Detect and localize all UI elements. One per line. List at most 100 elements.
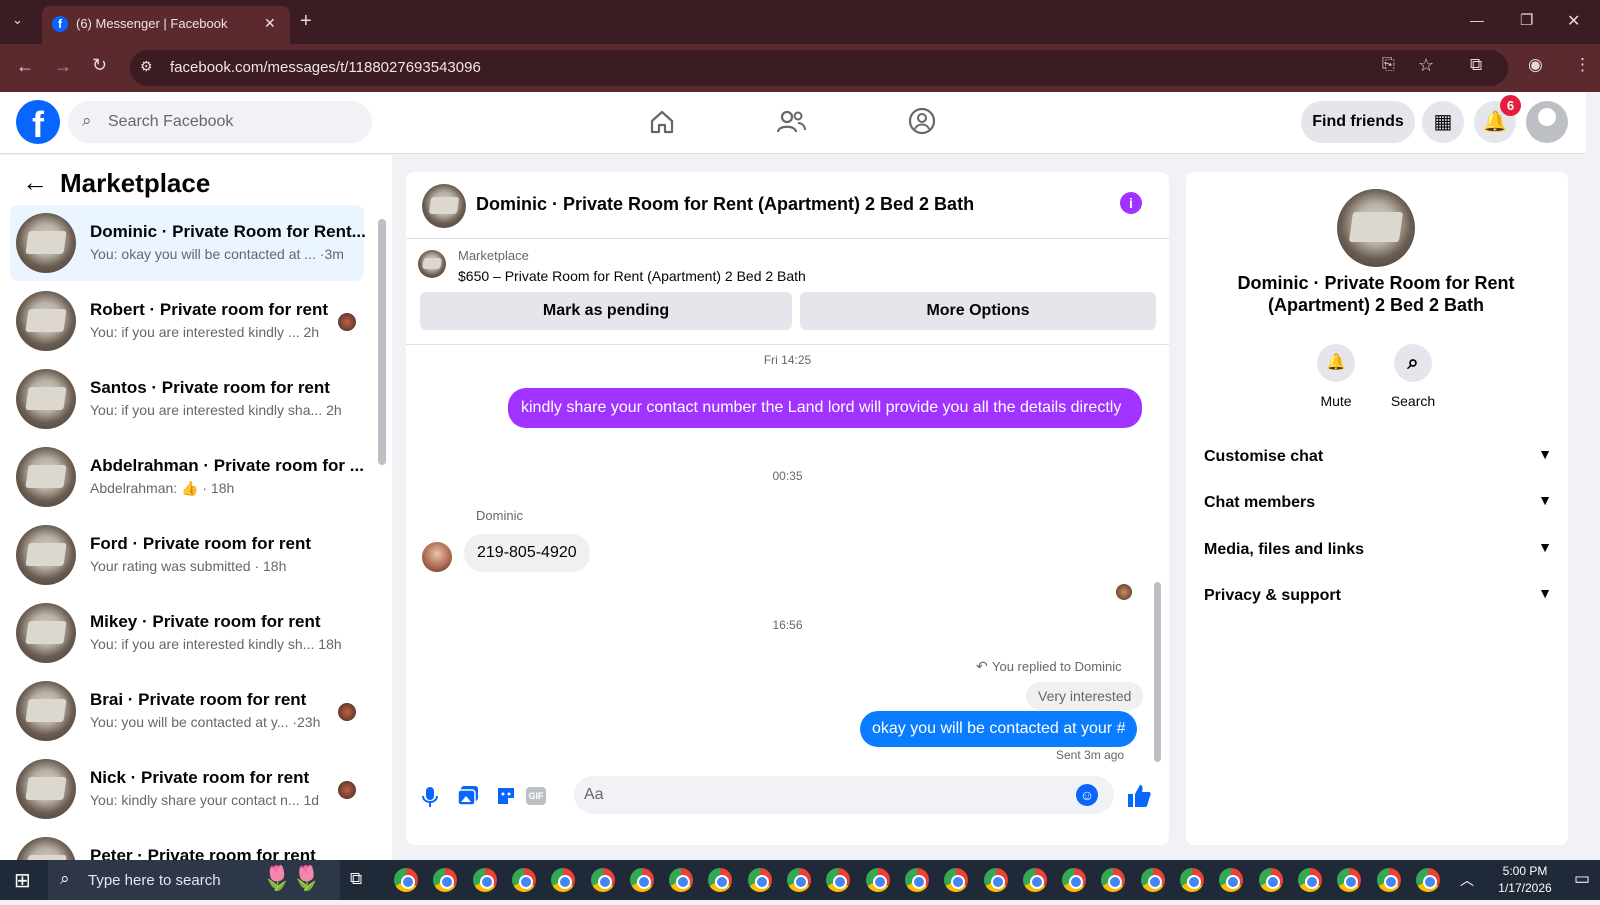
restore-button[interactable]: ❐ [1520,11,1533,29]
windows-start-icon[interactable]: ⊞ [14,868,31,893]
privacy-support-section[interactable]: Privacy & support ▼ [1204,585,1552,605]
chrome-taskbar-icon[interactable] [747,868,772,892]
clock-date[interactable]: 1/17/2026 [1486,881,1564,895]
chrome-taskbar-icon[interactable] [551,868,576,892]
conversation-item[interactable]: Brai · Private room for rent You: you wil… [10,673,364,749]
photo-icon[interactable] [457,785,479,807]
tray-chevron-icon[interactable]: ︿ [1460,870,1474,890]
tab-list-icon[interactable]: ⌄ [12,12,23,28]
outgoing-message[interactable]: kindly share your contact number the Lan… [508,388,1142,428]
tab-close-icon[interactable]: ✕ [264,15,276,32]
friends-icon[interactable] [776,108,806,136]
bookmark-star-icon[interactable]: ☆ [1418,55,1434,76]
chat-header-avatar[interactable] [422,184,466,228]
info-avatar[interactable] [1337,189,1415,267]
chrome-taskbar-icon[interactable] [1140,868,1165,892]
listing-thumbnail[interactable] [418,250,446,278]
conversation-avatar [16,291,76,351]
chat-title[interactable]: Dominic · Private Room for Rent (Apartme… [476,194,974,215]
emoji-icon[interactable]: ☺ [1076,784,1098,806]
chrome-taskbar-icon[interactable] [1062,868,1087,892]
notification-center-icon[interactable]: ▭ [1574,869,1590,889]
window-close-button[interactable]: ✕ [1567,11,1580,31]
conversation-item[interactable]: Ford · Private room for rent Your rating … [10,517,364,593]
back-icon[interactable]: ← [16,56,34,77]
chrome-taskbar-icon[interactable] [472,868,497,892]
more-options-button[interactable]: More Options [800,292,1156,330]
menu-icon[interactable]: ⋮ [1574,55,1591,75]
chrome-taskbar-icon[interactable] [1415,868,1440,892]
chrome-taskbar-icon[interactable] [590,868,615,892]
listing-title[interactable]: $650 – Private Room for Rent (Apartment)… [458,268,806,284]
microphone-icon[interactable] [420,786,440,808]
chat-scrollbar[interactable] [1154,582,1161,762]
chrome-taskbar-icon[interactable] [1180,868,1204,892]
chrome-taskbar-icon[interactable] [1219,868,1244,892]
chrome-taskbar-icon[interactable] [1376,868,1401,892]
minimize-button[interactable]: — [1470,12,1484,28]
conversation-item[interactable]: Abdelrahman · Private room for ... Abdelr… [10,439,364,515]
chat-members-section[interactable]: Chat members ▼ [1204,492,1552,512]
chrome-taskbar-icon[interactable] [708,868,733,892]
mute-label[interactable]: Mute [1305,393,1367,409]
reload-icon[interactable]: ↻ [92,55,107,76]
chrome-taskbar-icon[interactable] [1101,868,1126,892]
facebook-logo[interactable]: f [16,100,60,145]
find-friends-button[interactable]: Find friends [1301,101,1415,143]
media-files-links-section[interactable]: Media, files and links ▼ [1204,539,1552,559]
forward-icon[interactable]: → [54,56,72,77]
chrome-taskbar-icon[interactable] [433,868,458,892]
chrome-taskbar-icon[interactable] [983,868,1008,892]
menu-grid-icon[interactable]: ▦ [1422,101,1464,143]
chrome-taskbar-icon[interactable] [629,868,654,892]
conversation-item[interactable]: Mikey · Private room for rent You: if you… [10,595,364,671]
install-app-icon[interactable]: ⎘ [1382,56,1395,74]
sticker-icon[interactable] [495,785,517,807]
message-input[interactable]: Aa ☺ [574,776,1114,814]
url-bar[interactable]: ⚙ facebook.com/messages/t/11880276935430… [130,50,1508,86]
outgoing-message[interactable]: okay you will be contacted at your # [860,711,1138,747]
sidebar-scrollbar[interactable] [378,219,386,465]
customise-chat-section[interactable]: Customise chat ▼ [1204,446,1552,466]
browser-tab[interactable]: f (6) Messenger | Facebook ✕ [42,6,290,44]
site-info-icon[interactable]: ⚙ [140,58,153,75]
incoming-message[interactable]: 219-805-4920 [464,534,590,572]
chrome-taskbar-icon[interactable] [826,868,851,892]
account-avatar[interactable] [1526,101,1568,143]
home-icon[interactable] [648,108,676,136]
search-label[interactable]: Search [1382,393,1444,409]
search-facebook-input[interactable]: ⌕ Search Facebook [68,101,372,143]
chrome-taskbar-icon[interactable] [1022,868,1047,892]
back-arrow-icon[interactable]: ← [22,167,48,198]
task-view-icon[interactable]: ⧉ [350,869,362,889]
conversation-item[interactable]: Santos · Private room for rent You: if yo… [10,361,364,437]
chrome-taskbar-icon[interactable] [865,868,890,892]
info-icon[interactable]: i [1120,192,1142,214]
gif-icon[interactable]: GIF [526,787,546,805]
chrome-taskbar-icon[interactable] [904,868,929,892]
profile-icon[interactable]: ◉ [1528,55,1543,75]
conversation-item[interactable]: Dominic · Private Room for Rent... You: o… [10,205,366,281]
new-tab-button[interactable]: + [300,10,312,33]
chrome-taskbar-icon[interactable] [1258,868,1283,892]
chrome-taskbar-icon[interactable] [1337,868,1362,892]
chrome-taskbar-icon[interactable] [1297,868,1322,892]
conversation-item[interactable]: Nick · Private room for rent You: kindly … [10,751,364,827]
mark-pending-button[interactable]: Mark as pending [420,292,792,330]
sender-avatar[interactable] [422,542,452,572]
search-icon[interactable]: ⌕ [1394,344,1432,382]
groups-icon[interactable] [908,107,936,135]
taskbar-search[interactable]: ⌕ Type here to search 🌷🌷 [48,860,340,900]
chrome-taskbar-icon[interactable] [669,868,694,892]
conversation-item[interactable]: Robert · Private room for rent You: if yo… [10,283,364,359]
chrome-taskbar-icon[interactable] [394,868,418,892]
like-thumb-icon[interactable] [1126,783,1152,809]
mute-bell-icon[interactable]: 🔔 [1317,344,1355,382]
quoted-message[interactable]: Very interested [1026,682,1144,710]
chrome-taskbar-icon[interactable] [944,868,969,892]
chrome-taskbar-icon[interactable] [511,868,536,892]
clock-time[interactable]: 5:00 PM [1492,864,1558,878]
extensions-icon[interactable]: ⧉ [1470,55,1482,75]
taskbar-search-placeholder: Type here to search [88,872,221,889]
chrome-taskbar-icon[interactable] [787,868,811,892]
